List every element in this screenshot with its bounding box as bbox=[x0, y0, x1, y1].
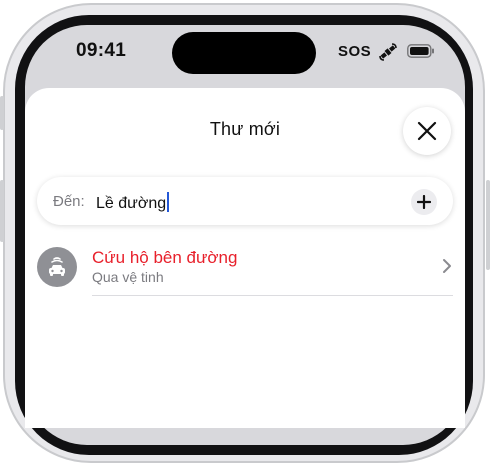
suggestion-title: Cứu hộ bên đường bbox=[92, 248, 238, 267]
side-button bbox=[486, 180, 490, 270]
divider bbox=[92, 295, 453, 296]
roadside-car-icon bbox=[49, 257, 65, 276]
status-icons: SOS bbox=[338, 41, 435, 61]
recipient-label: Đến: bbox=[53, 193, 85, 210]
close-icon bbox=[417, 121, 437, 141]
add-recipient-button[interactable] bbox=[411, 189, 437, 215]
suggestion-subtitle: Qua vệ tinh bbox=[92, 269, 164, 285]
recipient-value: Lề đường bbox=[96, 195, 167, 212]
close-button[interactable] bbox=[403, 107, 451, 155]
status-time: 09:41 bbox=[76, 40, 127, 61]
roadside-assistance-avatar bbox=[37, 247, 77, 287]
chevron-right-icon bbox=[443, 259, 451, 273]
satellite-icon bbox=[379, 43, 397, 61]
recipient-input[interactable]: Lề đường bbox=[96, 192, 170, 213]
side-button bbox=[0, 180, 4, 242]
recipient-field[interactable]: Đến: Lề đường bbox=[37, 177, 453, 225]
battery-icon bbox=[407, 44, 435, 58]
dynamic-island bbox=[172, 32, 316, 74]
plus-icon bbox=[417, 195, 431, 209]
sos-label: SOS bbox=[338, 42, 372, 60]
text-cursor bbox=[167, 192, 170, 212]
